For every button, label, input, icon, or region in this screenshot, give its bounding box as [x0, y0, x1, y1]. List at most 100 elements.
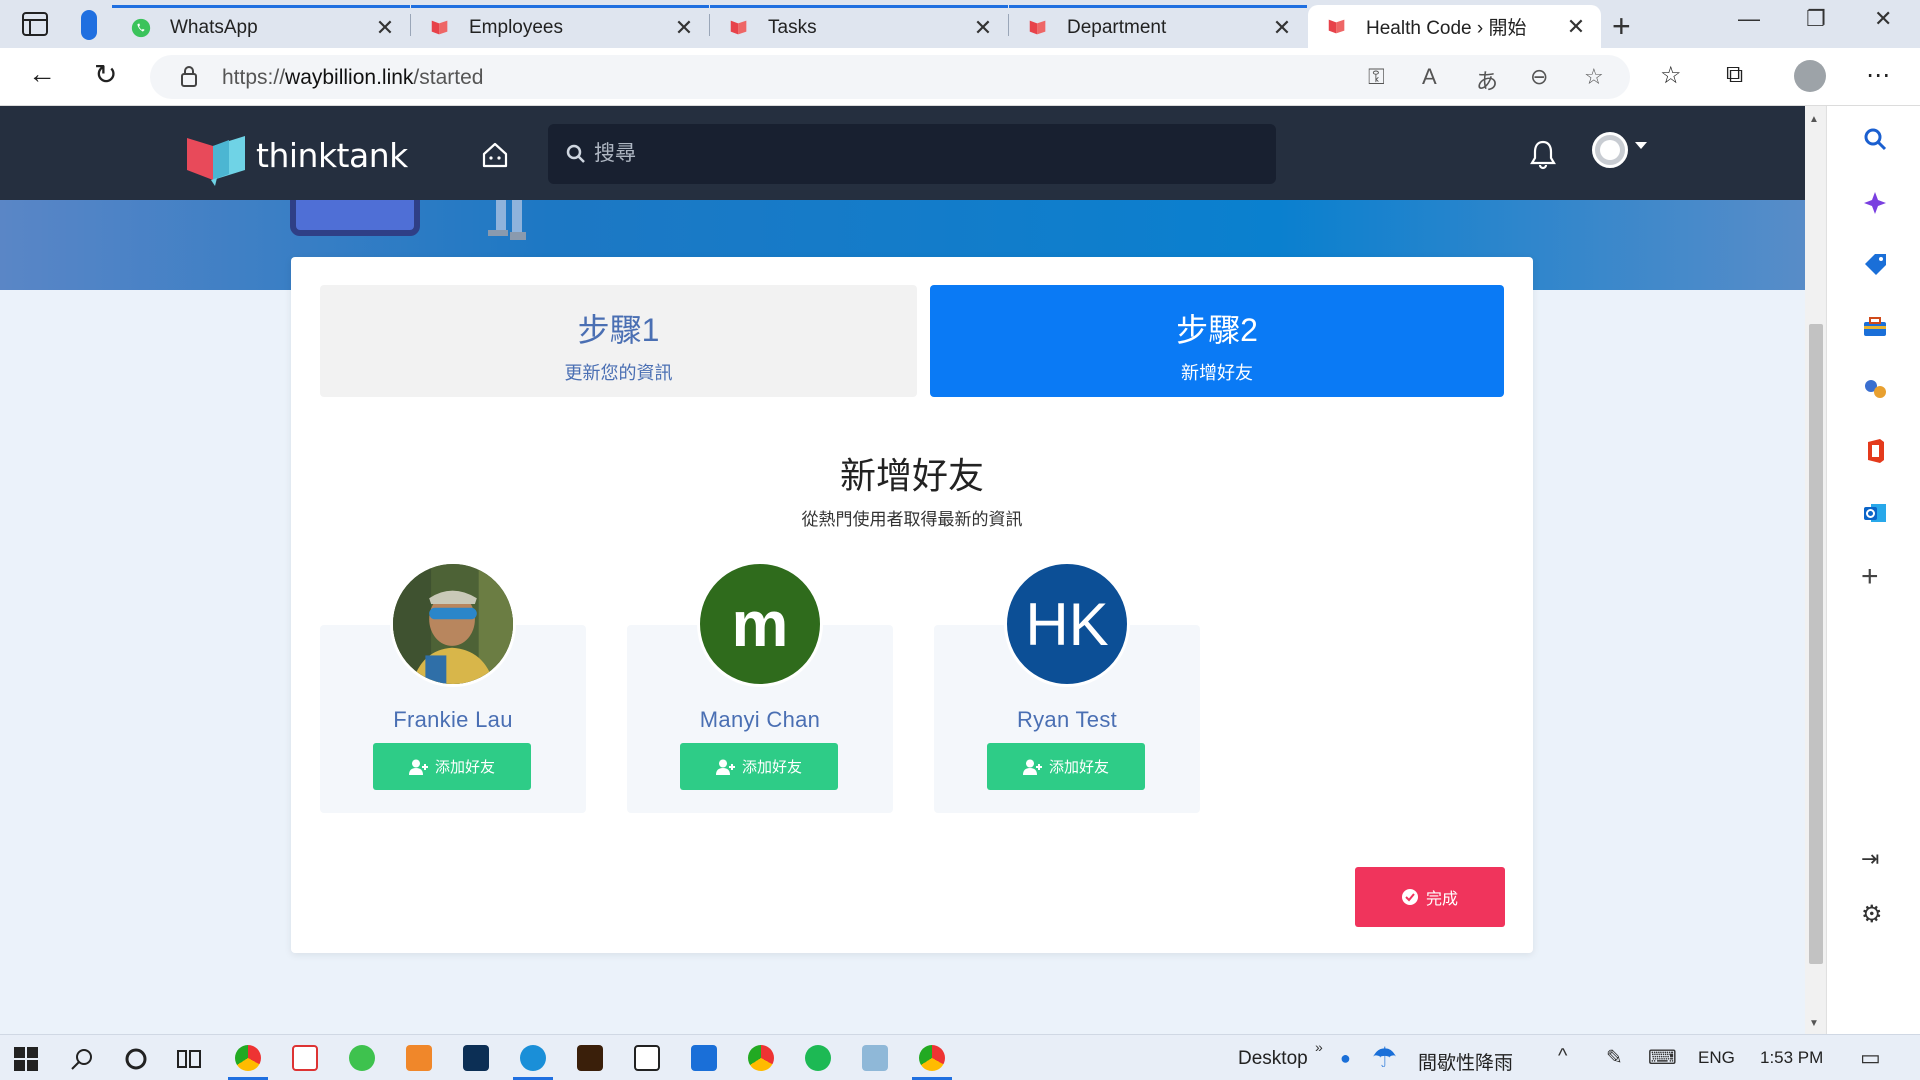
- caret-down-icon[interactable]: [1635, 142, 1647, 149]
- tools-icon[interactable]: [1862, 314, 1888, 340]
- mail-icon[interactable]: [691, 1045, 717, 1071]
- close-tab-icon[interactable]: ✕: [370, 15, 400, 41]
- close-window-icon[interactable]: ✕: [1874, 6, 1892, 32]
- collections-icon[interactable]: ⧉: [1726, 61, 1743, 89]
- new-tab-button[interactable]: +: [1612, 8, 1631, 45]
- hide-sidebar-icon[interactable]: ⇥: [1861, 846, 1879, 872]
- windows-start-icon[interactable]: [14, 1047, 38, 1071]
- games-icon[interactable]: [1862, 376, 1888, 402]
- settings-gear-icon[interactable]: ⚙: [1861, 900, 1883, 929]
- tray-app-icon[interactable]: ●: [1340, 1048, 1351, 1069]
- address-bar[interactable]: https://waybillion.link/started ⚿ A あ ⊖ …: [150, 55, 1630, 99]
- input-language[interactable]: ENG: [1698, 1048, 1735, 1068]
- chevron-right-icon[interactable]: »: [1315, 1039, 1323, 1055]
- photoshop-icon[interactable]: [463, 1045, 489, 1071]
- copilot-sparkle-icon[interactable]: [1862, 190, 1888, 216]
- wechat-icon[interactable]: [349, 1045, 375, 1071]
- tab-employees[interactable]: Employees ✕: [411, 5, 709, 48]
- thinktank-icon: [1328, 19, 1345, 33]
- brand-name: thinktank: [256, 136, 408, 175]
- office-icon[interactable]: [1862, 438, 1888, 464]
- workspace-pill-icon[interactable]: [81, 10, 97, 40]
- friend-card: HK Ryan Test 添加好友: [934, 561, 1200, 813]
- scroll-up-icon[interactable]: ▲: [1809, 114, 1819, 125]
- url-domain: waybillion.link: [285, 66, 414, 89]
- tab-title: Department: [1067, 17, 1167, 38]
- thinktank-icon: [431, 20, 448, 35]
- outlook-icon[interactable]: [1862, 500, 1888, 526]
- step-1-title: 步驟1: [577, 312, 660, 348]
- add-friend-button[interactable]: 添加好友: [680, 743, 838, 790]
- scrollbar-thumb[interactable]: [1809, 324, 1823, 964]
- user-avatar[interactable]: [1592, 132, 1628, 168]
- tab-tasks[interactable]: Tasks ✕: [710, 5, 1008, 48]
- profile-avatar[interactable]: [1794, 60, 1826, 92]
- add-friend-button[interactable]: 添加好友: [373, 743, 531, 790]
- friend-avatar-initials: HK: [1004, 561, 1130, 687]
- restore-icon[interactable]: ❐: [1806, 6, 1826, 32]
- search-icon: [566, 144, 585, 163]
- add-favorite-icon[interactable]: ☆: [1584, 64, 1604, 90]
- thinktank-logo[interactable]: [185, 130, 249, 186]
- notepad-icon[interactable]: [862, 1045, 888, 1071]
- back-icon[interactable]: ←: [28, 58, 56, 90]
- weather-umbrella-icon[interactable]: ☂: [1372, 1041, 1397, 1074]
- chevron-up-icon[interactable]: ^: [1558, 1045, 1567, 1068]
- close-tab-icon[interactable]: ✕: [1561, 14, 1591, 40]
- scroll-down-icon[interactable]: ▼: [1809, 1018, 1819, 1029]
- done-label: 完成: [1425, 891, 1458, 908]
- spotify-icon[interactable]: [805, 1045, 831, 1071]
- tab-whatsapp[interactable]: WhatsApp ✕: [112, 5, 410, 48]
- tab-department[interactable]: Department ✕: [1009, 5, 1307, 48]
- read-aloud-icon[interactable]: A: [1422, 64, 1437, 90]
- pdf-reader-icon[interactable]: [292, 1045, 318, 1071]
- pen-icon[interactable]: ✎: [1606, 1045, 1623, 1070]
- favorites-icon[interactable]: ☆: [1660, 61, 1682, 90]
- notion-icon[interactable]: [634, 1045, 660, 1071]
- search-input[interactable]: [594, 134, 1234, 174]
- close-tab-icon[interactable]: ✕: [1267, 15, 1297, 41]
- keyboard-icon[interactable]: ⌨: [1648, 1045, 1677, 1070]
- browser-toolbar: ← ↻ https://waybillion.link/started ⚿ A …: [0, 48, 1920, 106]
- tab-health-code[interactable]: Health Code › 開始 ✕: [1308, 5, 1601, 48]
- notification-bell-icon[interactable]: [1528, 138, 1558, 170]
- step-2-title: 步驟2: [1176, 312, 1258, 348]
- tab-actions-icon[interactable]: [22, 12, 48, 36]
- friend-name: Manyi Chan: [699, 707, 821, 732]
- search-icon[interactable]: [1862, 126, 1888, 152]
- browser-tab-strip: WhatsApp ✕ Employees ✕ Tasks ✕ Departmen…: [0, 0, 1920, 48]
- clock[interactable]: 1:53 PM: [1760, 1048, 1823, 1068]
- refresh-icon[interactable]: ↻: [94, 58, 117, 91]
- home-icon[interactable]: [480, 140, 510, 170]
- desktop-toolbar-label[interactable]: Desktop: [1238, 1048, 1308, 1070]
- notifications-icon[interactable]: ▭: [1860, 1045, 1881, 1071]
- translate-icon[interactable]: あ: [1476, 64, 1498, 96]
- banner-figure-illustration: [488, 200, 526, 240]
- person-photo-icon: [393, 564, 513, 684]
- done-button[interactable]: 完成: [1355, 867, 1505, 927]
- search-bar[interactable]: [548, 124, 1276, 184]
- weather-text[interactable]: 間歇性降雨: [1418, 1048, 1513, 1075]
- chrome-icon[interactable]: [919, 1045, 945, 1071]
- chrome-icon[interactable]: [235, 1045, 261, 1071]
- task-view-icon[interactable]: [176, 1047, 202, 1071]
- key-icon[interactable]: ⚿: [1368, 64, 1385, 90]
- cortana-icon[interactable]: [124, 1047, 148, 1071]
- close-tab-icon[interactable]: ✕: [669, 15, 699, 41]
- minimize-icon[interactable]: —: [1738, 6, 1760, 32]
- add-friend-button[interactable]: 添加好友: [987, 743, 1145, 790]
- add-sidebar-app-icon[interactable]: +: [1861, 560, 1879, 594]
- zoom-out-icon[interactable]: ⊖: [1530, 64, 1548, 90]
- search-icon[interactable]: [70, 1047, 94, 1071]
- chrome-icon[interactable]: [748, 1045, 774, 1071]
- shopping-tag-icon[interactable]: [1862, 252, 1888, 278]
- edge-icon[interactable]: [520, 1045, 546, 1071]
- step-2-tab[interactable]: 步驟2 新增好友: [930, 285, 1504, 397]
- more-options-icon[interactable]: ⋯: [1866, 61, 1890, 90]
- sublime-text-icon[interactable]: [406, 1045, 432, 1071]
- step-1-tab[interactable]: 步驟1 更新您的資訊: [320, 285, 917, 397]
- close-tab-icon[interactable]: ✕: [968, 15, 998, 41]
- user-plus-icon: [408, 759, 428, 775]
- section-subtitle: 從熱門使用者取得最新的資訊: [801, 510, 1023, 529]
- illustrator-icon[interactable]: [577, 1045, 603, 1071]
